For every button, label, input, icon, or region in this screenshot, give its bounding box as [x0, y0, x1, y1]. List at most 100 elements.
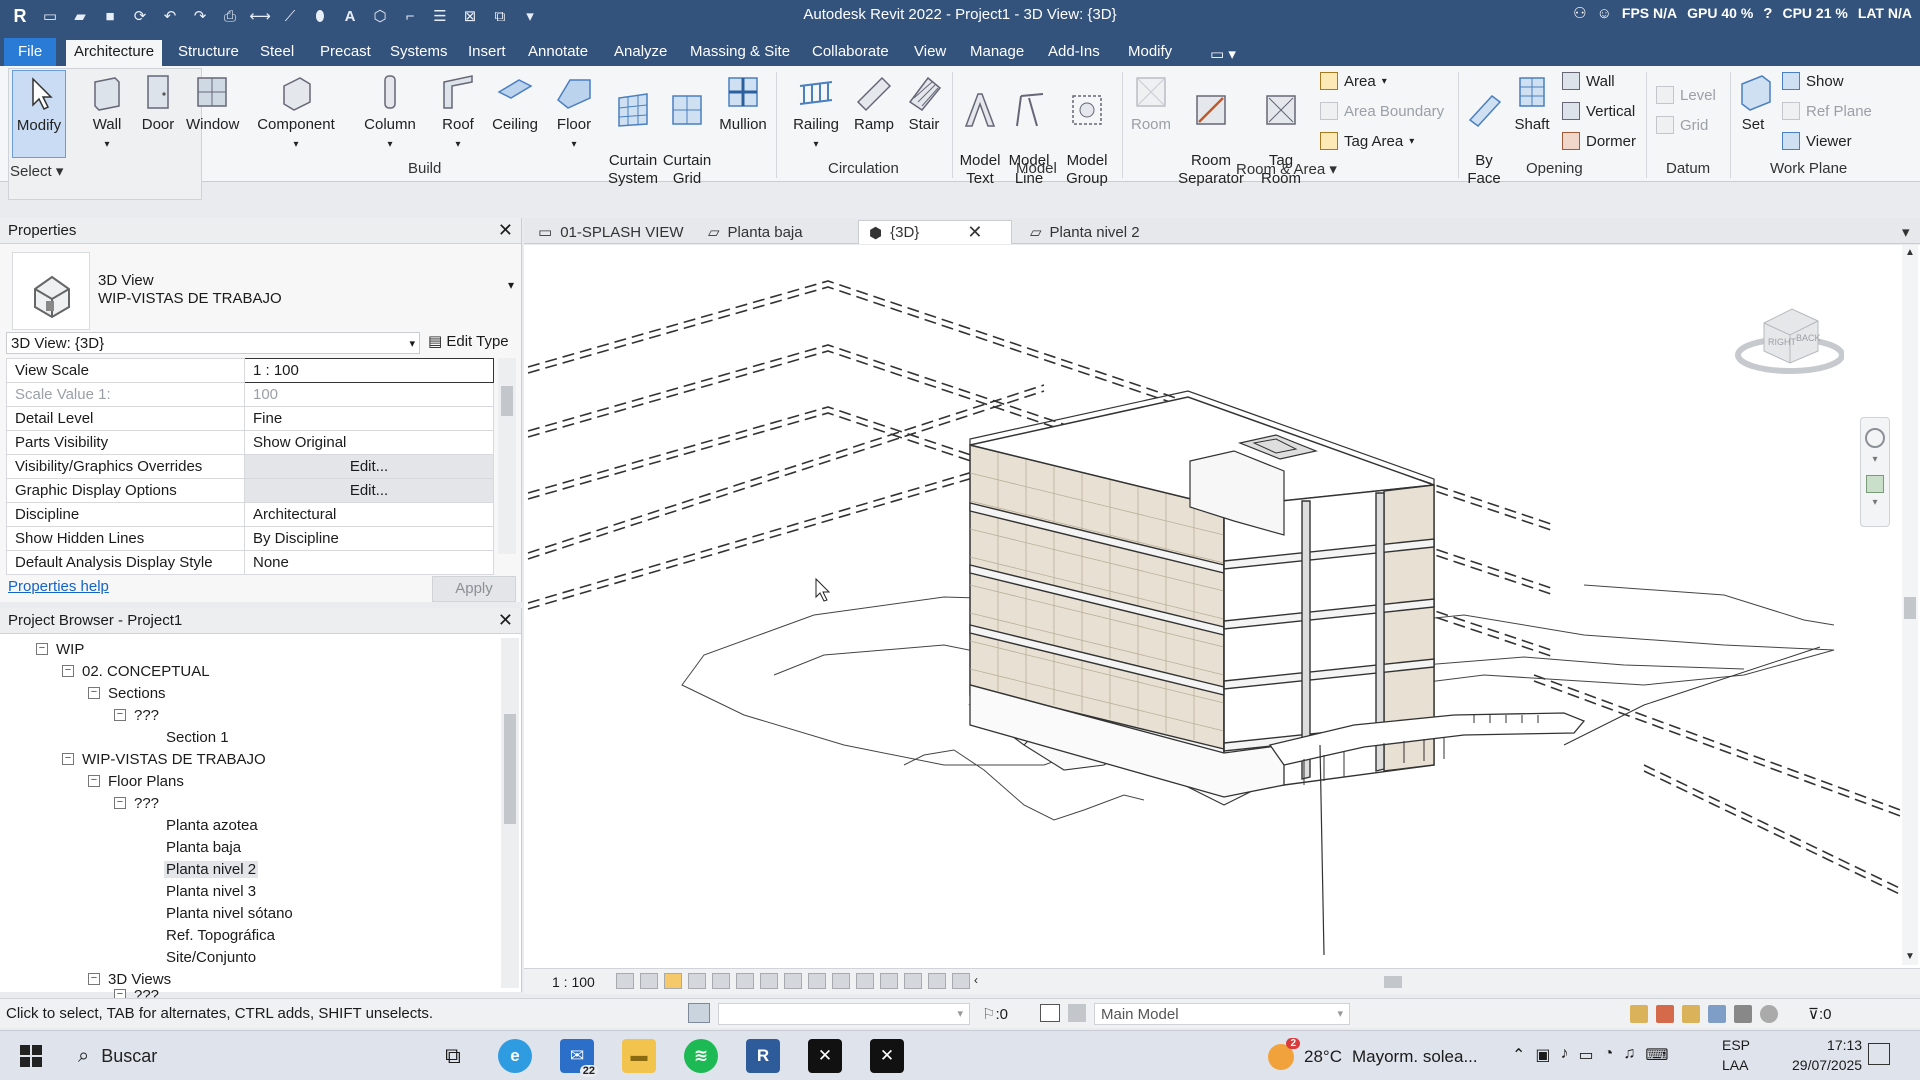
analysis-style-value[interactable]: None	[244, 550, 494, 575]
close-icon[interactable]: ✕	[498, 220, 513, 241]
tree-node-unknown[interactable]: −???	[114, 792, 159, 814]
binoculars-icon[interactable]: ⚇	[1573, 4, 1586, 22]
select-by-face-icon[interactable]	[1708, 1005, 1726, 1023]
wifi-icon[interactable]: ◔	[1604, 1045, 1614, 1065]
camera-icon[interactable]: ▣	[1535, 1045, 1550, 1065]
editing-requests-count[interactable]: ⚐:0	[982, 1005, 1008, 1023]
zoom-icon[interactable]	[1866, 475, 1884, 493]
collapse-icon[interactable]: −	[88, 687, 100, 699]
tree-node-planta-baja[interactable]: Planta baja	[166, 836, 241, 858]
task-view-icon[interactable]: ⧉	[436, 1039, 470, 1073]
viewer-button[interactable]: Viewer	[1782, 132, 1852, 150]
revit-taskbar-icon[interactable]: R	[746, 1039, 780, 1073]
chevron-down-icon[interactable]: ▾	[1870, 497, 1880, 508]
grid-button[interactable]: Grid	[1656, 116, 1708, 134]
tree-node-sections[interactable]: − Sections	[88, 682, 166, 704]
tab-planta-nivel-2[interactable]: ▱ Planta nivel 2	[1020, 220, 1150, 244]
capcut-icon[interactable]: ✕	[808, 1039, 842, 1073]
show-crop-icon[interactable]	[760, 973, 778, 989]
show-hidden-icons-icon[interactable]: ⌃	[1512, 1045, 1525, 1065]
active-design-option-dropdown[interactable]: Main Model ▾	[1094, 1003, 1350, 1025]
room-button[interactable]: Room	[1128, 70, 1174, 134]
scroll-left-icon[interactable]: ‹	[974, 973, 978, 987]
viewcube[interactable]: RIGHT BACK	[1734, 297, 1844, 377]
tree-node-conceptual[interactable]: −02. CONCEPTUAL	[62, 660, 210, 682]
shadows-icon[interactable]	[688, 973, 706, 989]
detail-level-value[interactable]: Fine	[244, 406, 494, 431]
curtain-system-button[interactable]: Curtain System	[606, 70, 660, 188]
steering-wheel-icon[interactable]	[1865, 428, 1885, 448]
battery-icon[interactable]: ▭	[1579, 1045, 1594, 1065]
tab-insert[interactable]: Insert	[460, 40, 514, 66]
modify-button[interactable]: Modify	[12, 70, 66, 158]
scrollbar-thumb[interactable]	[504, 714, 516, 824]
tab-analyze[interactable]: Analyze	[606, 40, 675, 66]
user-icon[interactable]: ☺	[1597, 5, 1612, 22]
dormer-opening-button[interactable]: Dormer	[1562, 132, 1636, 150]
rendering-icon[interactable]	[712, 973, 730, 989]
view-scale-control[interactable]: 1 : 100	[552, 974, 595, 990]
tab-structure[interactable]: Structure	[170, 40, 247, 66]
properties-scrollbar[interactable]	[498, 358, 516, 554]
window-button[interactable]: Window	[186, 70, 239, 134]
visual-style-icon[interactable]	[640, 973, 658, 989]
tree-node-3d-views[interactable]: −3D Views	[88, 968, 171, 990]
tab-add-ins[interactable]: Add-Ins	[1040, 40, 1108, 66]
ribbon-display-toggle-icon[interactable]: ▭ ▾	[1202, 42, 1244, 68]
spotify-icon[interactable]: ≋	[684, 1039, 718, 1073]
model-group-button[interactable]: Model Group	[1060, 70, 1114, 188]
tab-splash-view[interactable]: ▭ 01-SPLASH VIEW	[528, 220, 694, 244]
tab-systems[interactable]: Systems	[382, 40, 456, 66]
sun-path-icon[interactable]	[664, 973, 682, 989]
clock[interactable]: 17:13 29/07/2025	[1792, 1035, 1862, 1075]
filter-count[interactable]: ⊽:0	[1808, 1005, 1832, 1023]
edit-type-button[interactable]: ▤ Edit Type	[428, 332, 509, 350]
close-icon[interactable]: ✕	[498, 610, 513, 631]
tree-node-planta-sotano[interactable]: Planta nivel sótano	[166, 902, 293, 924]
column-button[interactable]: Column ▾	[360, 70, 420, 154]
design-option-set-icon[interactable]	[1068, 1004, 1086, 1022]
tag-area-button[interactable]: Tag Area ▾	[1320, 132, 1414, 150]
tab-precast[interactable]: Precast	[312, 40, 379, 66]
level-button[interactable]: Level	[1656, 86, 1716, 104]
highlight-displacement-icon[interactable]	[928, 973, 946, 989]
taskbar-search[interactable]: ⌕ Buscar	[72, 1039, 418, 1073]
model-text-button[interactable]: Model Text	[956, 70, 1004, 188]
worksharing-display-icon[interactable]	[856, 973, 874, 989]
help-icon[interactable]: ?	[1763, 5, 1772, 22]
temporary-hide-icon[interactable]	[808, 973, 826, 989]
tree-node-unknown[interactable]: −???	[114, 704, 159, 726]
scrollbar-thumb[interactable]	[1904, 597, 1916, 619]
collapse-icon[interactable]: −	[62, 665, 74, 677]
collapse-icon[interactable]: −	[88, 973, 100, 985]
vg-overrides-edit-button[interactable]: Edit...	[244, 454, 494, 479]
graphic-display-edit-button[interactable]: Edit...	[244, 478, 494, 503]
viewcube-right-face[interactable]: RIGHT	[1768, 337, 1797, 347]
tree-node-planta-azotea[interactable]: Planta azotea	[166, 814, 258, 836]
lock-3d-view-icon[interactable]	[784, 973, 802, 989]
collapse-icon[interactable]: −	[114, 797, 126, 809]
curtain-grid-button[interactable]: Curtain Grid	[662, 70, 712, 188]
collapse-icon[interactable]: −	[62, 753, 74, 765]
tree-node-site-conjunto[interactable]: Site/Conjunto	[166, 946, 256, 968]
type-selector[interactable]: 3D View WIP-VISTAS DE TRABAJO ▾	[8, 248, 514, 330]
tree-node-section-1[interactable]: Section 1	[166, 726, 229, 748]
ramp-button[interactable]: Ramp	[852, 70, 896, 134]
tab-file[interactable]: File	[4, 38, 57, 66]
by-face-button[interactable]: By Face	[1462, 70, 1506, 188]
tab-3d[interactable]: ⬢ {3D} ✕	[858, 220, 1012, 244]
worksets-icon[interactable]	[688, 1003, 710, 1023]
microphone-icon[interactable]: ♪	[1561, 1045, 1569, 1065]
mail-icon[interactable]: ✉ 22	[560, 1039, 598, 1077]
tab-architecture[interactable]: Architecture	[66, 40, 163, 66]
railing-button[interactable]: Railing ▾	[790, 70, 842, 154]
tree-node-planta-nivel-3[interactable]: Planta nivel 3	[166, 880, 256, 902]
canvas-vertical-scrollbar[interactable]: ▲ ▼	[1902, 245, 1918, 965]
set-work-plane-button[interactable]: Set	[1736, 70, 1771, 134]
collapse-icon[interactable]: −	[114, 709, 126, 721]
3d-model-view[interactable]	[524, 245, 1920, 965]
scroll-up-icon[interactable]: ▲	[1905, 247, 1915, 258]
chevron-down-icon[interactable]: ▾	[1870, 454, 1880, 465]
roof-button[interactable]: Roof ▾	[436, 70, 480, 154]
apply-button[interactable]: Apply	[432, 576, 516, 602]
